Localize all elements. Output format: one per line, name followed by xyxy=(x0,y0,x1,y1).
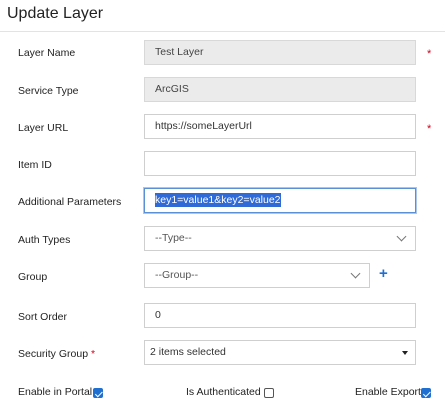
auth-types-select[interactable]: --Type-- xyxy=(144,226,416,251)
item-id-label: Item ID xyxy=(18,159,52,171)
auth-types-value: --Type-- xyxy=(155,232,192,244)
additional-parameters-value: key1=value1&key2=value2 xyxy=(155,193,281,207)
group-label: Group xyxy=(18,271,48,283)
is-authenticated-checkbox[interactable] xyxy=(264,388,274,398)
layer-url-label: Layer URL xyxy=(18,122,69,134)
chevron-down-icon xyxy=(396,231,407,242)
service-type-input[interactable]: ArcGIS xyxy=(144,77,416,102)
enable-in-portal-checkbox[interactable] xyxy=(93,388,103,398)
layer-name-input[interactable]: Test Layer xyxy=(144,40,416,65)
security-group-label-text: Security Group xyxy=(18,348,89,360)
security-group-label: Security Group * xyxy=(18,347,95,361)
chevron-down-icon xyxy=(350,268,361,279)
layer-name-label: Layer Name xyxy=(18,47,76,59)
group-value: --Group-- xyxy=(155,269,199,281)
service-type-label: Service Type xyxy=(18,85,79,97)
dialog-title: Update Layer xyxy=(7,5,104,22)
security-group-required-marker: * xyxy=(90,348,96,360)
layer-url-value: https://someLayerUrl xyxy=(155,120,252,132)
is-authenticated-label: Is Authenticated xyxy=(186,386,261,398)
add-group-icon[interactable]: + xyxy=(379,266,388,281)
layer-name-value: Test Layer xyxy=(155,46,204,58)
enable-export-checkbox[interactable] xyxy=(421,388,431,398)
title-divider xyxy=(0,31,445,32)
enable-in-portal-label: Enable in Portal xyxy=(18,386,93,398)
caret-down-icon xyxy=(402,351,408,355)
security-group-value: 2 items selected xyxy=(150,346,226,358)
layer-name-required-marker: * xyxy=(427,48,432,60)
additional-parameters-input[interactable]: key1=value1&key2=value2 xyxy=(144,188,416,213)
sort-order-input[interactable]: 0 xyxy=(144,303,416,328)
layer-url-required-marker: * xyxy=(427,123,432,135)
service-type-value: ArcGIS xyxy=(155,83,189,95)
enable-export-label: Enable Export xyxy=(355,386,421,398)
auth-types-label: Auth Types xyxy=(18,234,71,246)
layer-url-input[interactable]: https://someLayerUrl xyxy=(144,114,416,139)
additional-parameters-label: Additional Parameters xyxy=(18,196,122,208)
sort-order-value: 0 xyxy=(155,309,161,321)
sort-order-label: Sort Order xyxy=(18,311,68,323)
item-id-input[interactable] xyxy=(144,151,416,176)
group-select[interactable]: --Group-- xyxy=(144,263,370,288)
security-group-select[interactable]: 2 items selected xyxy=(144,340,416,365)
